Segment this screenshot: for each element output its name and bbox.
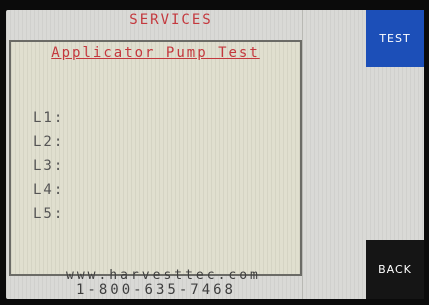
footer-phone: 1-800-635-7468 bbox=[75, 282, 236, 298]
pump-test-panel: Applicator Pump Test L1: L2: L3: L4: L5: bbox=[9, 40, 302, 276]
footer-website: www.harvesttec.com bbox=[66, 268, 261, 283]
line-label-l1: L1: bbox=[33, 110, 65, 126]
line-label-l2: L2: bbox=[33, 134, 65, 150]
line-label-l3: L3: bbox=[33, 158, 65, 174]
test-button[interactable]: TEST bbox=[366, 10, 424, 67]
back-button[interactable]: BACK bbox=[366, 240, 424, 299]
panel-title: Applicator Pump Test bbox=[51, 45, 260, 61]
display-screen: SERVICES Applicator Pump Test L1: L2: L3… bbox=[6, 10, 424, 299]
line-label-l4: L4: bbox=[33, 182, 65, 198]
empty-sidebar bbox=[302, 10, 366, 299]
line-label-l5: L5: bbox=[33, 206, 65, 222]
page-title: SERVICES bbox=[129, 12, 213, 28]
